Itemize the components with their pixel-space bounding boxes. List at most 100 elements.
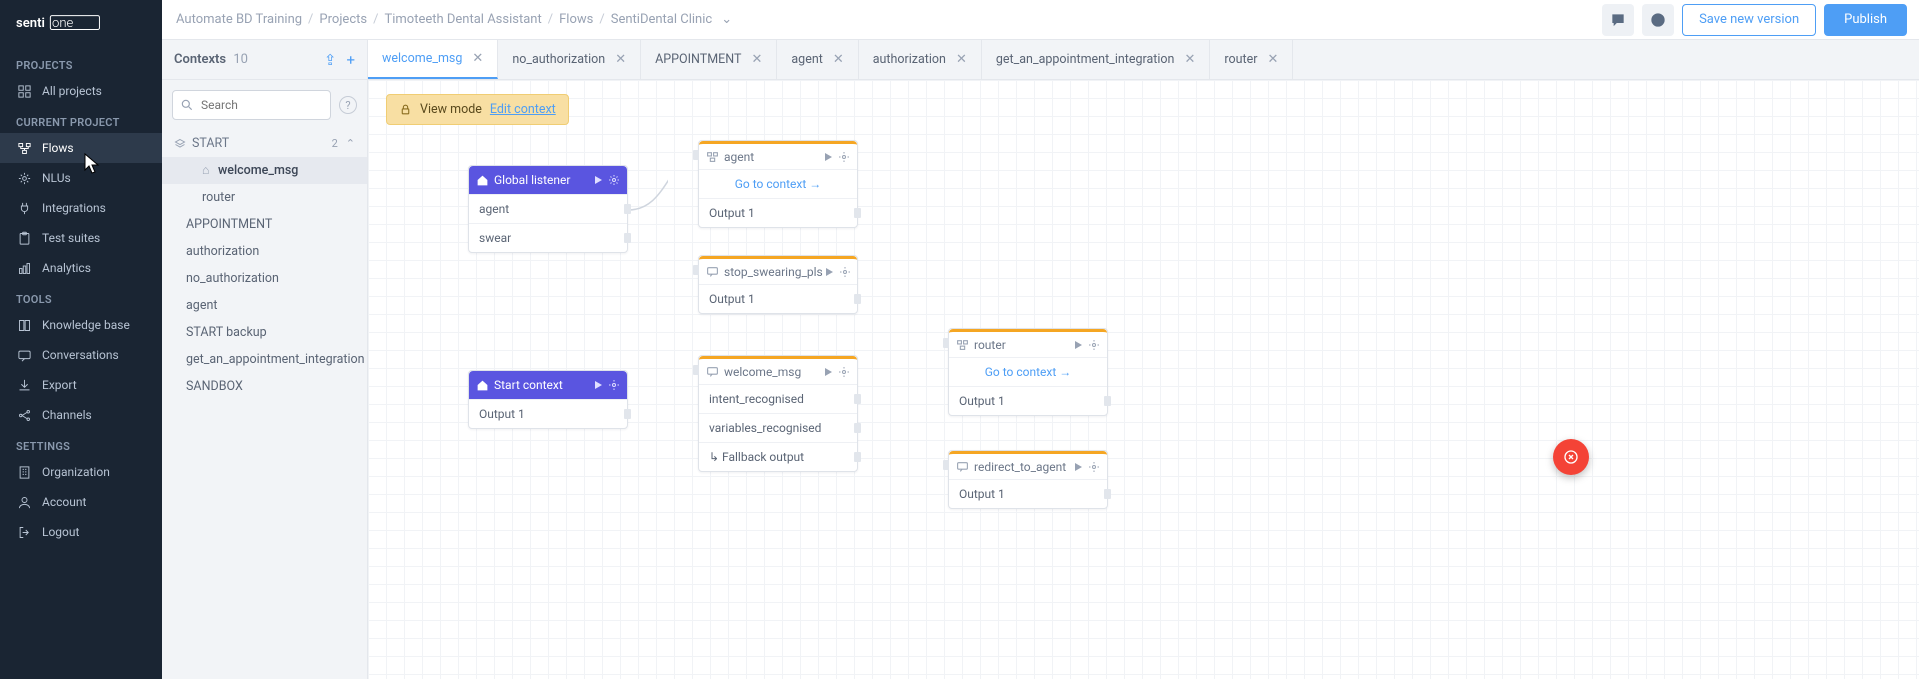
tree-item-no-authorization[interactable]: no_authorization [162,265,367,292]
tab-label: no_authorization [512,52,605,67]
nav-nlus[interactable]: NLUs [0,163,162,193]
context-header: Contexts 10 ⇪ + [162,40,367,80]
node-row: swear [469,223,627,252]
nav-test-suites[interactable]: Test suites [0,223,162,253]
section-projects: PROJECTS [0,49,162,76]
nav-knowledge-base[interactable]: Knowledge base [0,310,162,340]
nav-label: All projects [42,84,102,98]
comment-button[interactable] [1602,4,1634,36]
node-router[interactable]: router Go to context → Output 1 [948,328,1108,416]
breadcrumb-item[interactable]: Projects [319,12,367,27]
tree-item-agent[interactable]: agent [162,292,367,319]
tree-item-get-appointment[interactable]: get_an_appointment_integration [162,346,367,373]
tab-appointment[interactable]: APPOINTMENT✕ [641,40,777,79]
node-title: redirect_to_agent [974,460,1066,474]
tree-item-appointment[interactable]: APPOINTMENT [162,211,367,238]
nav-label: Integrations [42,201,106,215]
nav-label: Test suites [42,231,100,245]
chevron-down-icon[interactable]: ⌄ [721,12,732,27]
node-title: router [974,338,1006,352]
tree-item-start-backup[interactable]: START backup [162,319,367,346]
add-icon[interactable]: + [346,51,355,69]
nav-export[interactable]: Export [0,370,162,400]
node-agent[interactable]: agent Go to context → Output 1 [698,140,858,228]
nav-account[interactable]: Account [0,487,162,517]
play-icon[interactable] [822,151,834,163]
tab-welcome-msg[interactable]: welcome_msg✕ [368,40,498,79]
tree-item-router[interactable]: router [162,184,367,211]
gear-icon[interactable] [608,174,620,186]
tree-item-authorization[interactable]: authorization [162,238,367,265]
tab-no-authorization[interactable]: no_authorization ✕ [498,40,641,79]
nav-channels[interactable]: Channels [0,400,162,430]
tab-router[interactable]: router✕ [1210,40,1293,79]
tree-group-count: 2 [332,137,338,150]
close-icon[interactable]: ✕ [833,52,844,67]
layers-icon [174,138,186,150]
gear-icon[interactable] [838,366,850,378]
publish-button[interactable]: Publish [1824,4,1907,36]
tab-get-appointment[interactable]: get_an_appointment_integration✕ [982,40,1210,79]
nav-flows[interactable]: Flows [0,133,162,163]
play-icon[interactable] [1072,461,1084,473]
close-icon[interactable]: ✕ [956,52,967,67]
gear-icon[interactable] [1088,461,1100,473]
close-icon[interactable]: ✕ [472,51,483,66]
tree-item-welcome-msg[interactable]: ⌂welcome_msg [162,157,367,184]
nav-all-projects[interactable]: All projects [0,76,162,106]
lock-icon [399,103,412,116]
breadcrumb-item[interactable]: Automate BD Training [176,12,302,27]
node-title: Start context [494,378,563,392]
gear-icon[interactable] [1088,339,1100,351]
gear-icon[interactable] [838,151,850,163]
brain-icon [16,170,32,186]
section-current: CURRENT PROJECT [0,106,162,133]
fab-close-button[interactable] [1553,439,1589,475]
breadcrumb: Automate BD Training/ Projects/ Timoteet… [176,12,732,27]
nav-logout[interactable]: Logout [0,517,162,547]
play-icon[interactable] [822,366,834,378]
close-icon[interactable]: ✕ [1267,52,1278,67]
node-start-context[interactable]: Start context Output 1 [468,370,628,429]
close-icon[interactable]: ✕ [751,52,762,67]
tab-authorization[interactable]: authorization✕ [859,40,982,79]
breadcrumb-item[interactable]: SentiDental Clinic [611,12,712,27]
nav-organization[interactable]: Organization [0,457,162,487]
tree-group-start[interactable]: START 2⌃ [162,130,367,157]
close-icon[interactable]: ✕ [615,52,626,67]
node-redirect-to-agent[interactable]: redirect_to_agent Output 1 [948,450,1108,509]
node-header: router [949,329,1107,357]
gear-icon[interactable] [608,379,620,391]
nav-integrations[interactable]: Integrations [0,193,162,223]
nav-label: Knowledge base [42,318,130,332]
save-button[interactable]: Save new version [1682,4,1816,36]
edit-context-link[interactable]: Edit context [490,102,556,117]
context-title: Contexts 10 [174,52,248,67]
breadcrumb-item[interactable]: Flows [559,12,593,27]
node-row: intent_recognised [699,384,857,413]
play-icon[interactable] [592,174,604,186]
go-to-context-link[interactable]: Go to context → [949,357,1107,386]
play-icon[interactable] [592,379,604,391]
node-stop-swearing[interactable]: stop_swearing_pls Output 1 [698,255,858,314]
play-icon[interactable] [1072,339,1084,351]
node-row: agent [469,194,627,223]
node-global-listener[interactable]: Global listener agent swear [468,165,628,253]
context-search-row: ? [162,80,367,130]
node-header: Global listener [469,166,627,194]
tab-agent[interactable]: agent✕ [777,40,858,79]
node-welcome-msg[interactable]: welcome_msg intent_recognised variables_… [698,355,858,472]
breadcrumb-item[interactable]: Timoteeth Dental Assistant [384,12,541,27]
history-button[interactable] [1642,4,1674,36]
nav-conversations[interactable]: Conversations [0,340,162,370]
canvas[interactable]: View mode Edit context Global li [368,80,1919,679]
nav-analytics[interactable]: Analytics [0,253,162,283]
help-icon[interactable]: ? [339,96,357,114]
go-to-context-link[interactable]: Go to context → [699,169,857,198]
tree-item-sandbox[interactable]: SANDBOX [162,373,367,400]
gear-icon[interactable] [839,266,851,278]
play-icon[interactable] [823,266,835,278]
search-input[interactable] [172,90,331,120]
upload-icon[interactable]: ⇪ [324,51,337,69]
close-icon[interactable]: ✕ [1184,52,1195,67]
